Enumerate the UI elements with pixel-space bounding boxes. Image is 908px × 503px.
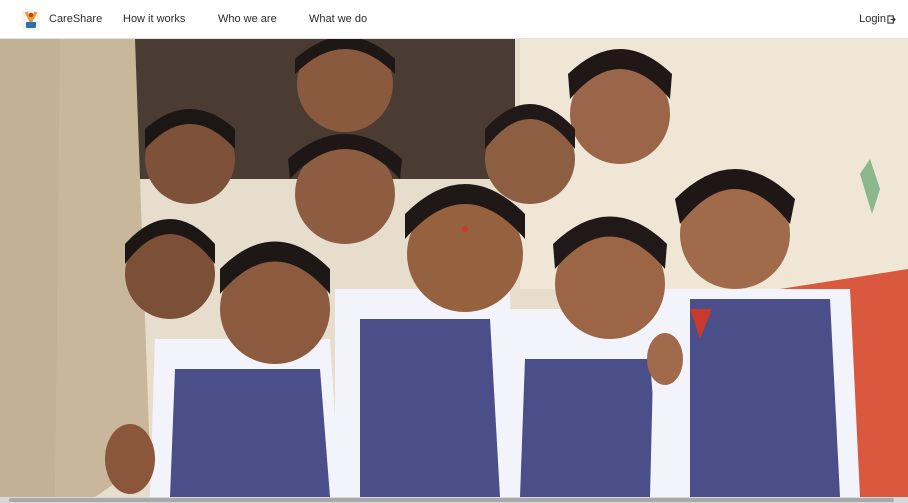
hero-image [0, 39, 908, 497]
careshare-logo-icon[interactable] [20, 8, 42, 31]
brand-name[interactable]: CareShare [49, 13, 102, 25]
login-button[interactable]: Login [859, 13, 896, 25]
nav-link-how-it-works[interactable]: How it works [123, 13, 185, 25]
login-label: Login [859, 13, 886, 25]
nav-link-what-we-do[interactable]: What we do [309, 13, 367, 25]
top-navbar: CareShare How it works Who we are What w… [0, 0, 908, 39]
horizontal-scrollbar[interactable] [0, 497, 908, 503]
children-photo [0, 39, 908, 497]
login-icon [887, 14, 896, 24]
nav-link-who-we-are[interactable]: Who we are [218, 13, 277, 25]
scrollbar-thumb[interactable] [9, 498, 894, 502]
